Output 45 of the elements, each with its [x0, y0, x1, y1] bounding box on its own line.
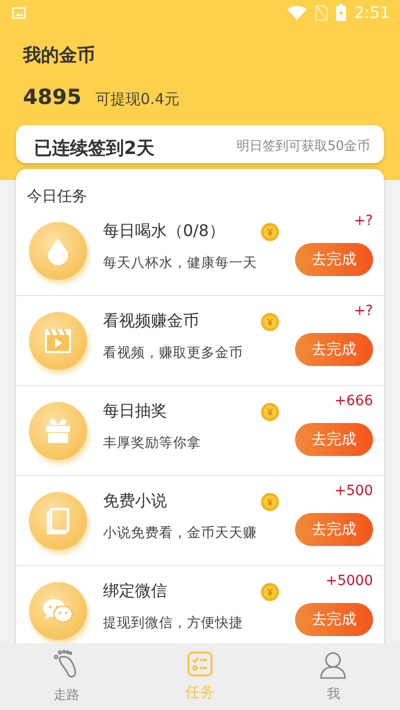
task-title: 每日抽奖 — [103, 401, 167, 422]
book-icon — [46, 506, 70, 534]
complete-button[interactable]: 去完成 — [295, 243, 373, 276]
task-description: 丰厚奖励等你拿 — [103, 434, 202, 452]
wifi-icon — [287, 6, 308, 20]
complete-button[interactable]: 去完成 — [295, 333, 373, 366]
task-title: 每日喝水（0/8） — [103, 221, 225, 242]
status-time: 2:51 — [354, 3, 390, 22]
nav-tab[interactable]: 走路 — [0, 643, 134, 710]
complete-button[interactable]: 去完成 — [295, 423, 373, 456]
battery-icon — [336, 4, 346, 21]
coin-icon — [261, 582, 279, 600]
image-icon — [12, 6, 26, 18]
task-description: 小说免费看，金币天天赚 — [103, 524, 258, 542]
task-description: 每天八杯水，健康每一天 — [103, 254, 258, 272]
task-description: 看视频，赚取更多金币 — [103, 344, 244, 362]
coin-icon — [261, 222, 279, 240]
coin-icon — [261, 492, 279, 510]
coin-icon — [261, 312, 279, 330]
coin-balance: 4895 — [23, 85, 82, 109]
drop-icon — [47, 236, 69, 264]
reward-amount: +500 — [334, 483, 373, 499]
reward-amount: +5000 — [326, 573, 373, 589]
checkin-streak: 已连续签到2天 — [34, 137, 155, 161]
complete-button[interactable]: 去完成 — [295, 513, 373, 546]
reward-amount: +? — [354, 213, 373, 229]
checkin-reward-hint: 明日签到可获取50金币 — [236, 138, 370, 156]
gift-icon — [44, 418, 72, 444]
reward-amount: +666 — [334, 393, 373, 409]
task-title: 绑定微信 — [103, 581, 167, 602]
task-title: 看视频赚金币 — [103, 311, 199, 332]
section-title: 今日任务 — [26, 186, 88, 206]
chat-icon — [42, 596, 74, 624]
withdrawable-amount: 可提现0.4元 — [95, 90, 180, 109]
reward-amount: +? — [354, 303, 373, 319]
person-icon[interactable] — [319, 650, 348, 678]
complete-button[interactable]: 去完成 — [295, 603, 373, 636]
video-icon — [44, 328, 72, 354]
coin-icon — [261, 402, 279, 420]
nav-tab[interactable]: 我 — [266, 643, 400, 710]
task-title: 免费小说 — [103, 491, 167, 512]
no-sim-icon — [315, 4, 328, 20]
task-description: 提现到微信，方便快捷 — [103, 614, 244, 632]
checklist-icon[interactable] — [186, 651, 213, 677]
page-title: 我的金币 — [23, 44, 96, 67]
